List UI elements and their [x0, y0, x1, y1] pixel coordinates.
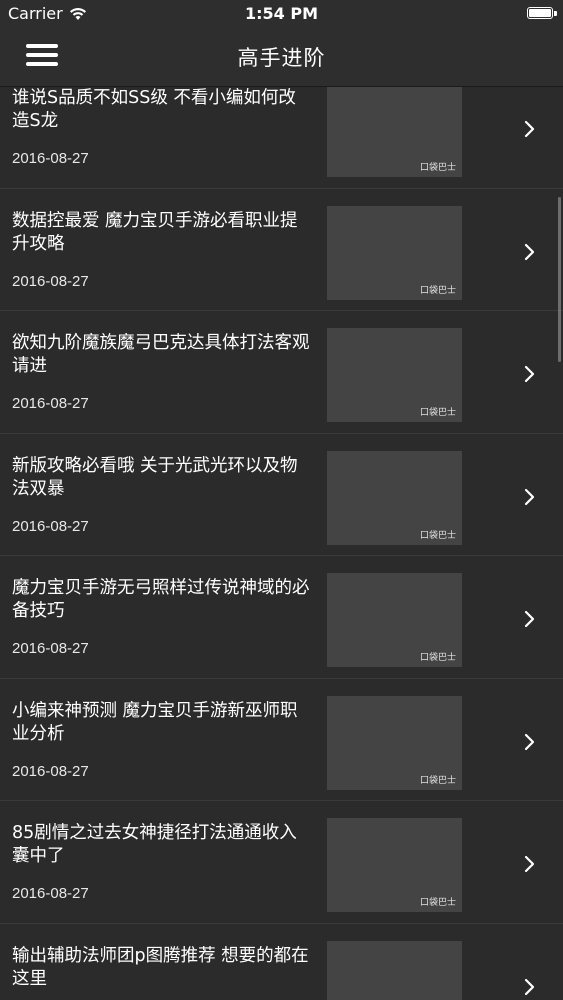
article-thumbnail: 口袋巴士	[327, 450, 462, 545]
article-list[interactable]: 谁说S品质不如SS级 不看小编如何改造S龙 2016-08-27 口袋巴士 数据控最爱…	[0, 87, 563, 1000]
article-thumbnail: 口袋巴士	[327, 87, 462, 177]
page-title: 高手进阶	[237, 46, 326, 70]
article-title: 魔力宝贝手游无弓照样过传说神域的必备技巧	[12, 578, 310, 621]
article-title: 数据控最爱 魔力宝贝手游必看职业提升攻略	[12, 210, 298, 254]
chevron-right-icon	[524, 978, 535, 995]
battery-icon	[527, 7, 557, 19]
article-title: 85剧情之过去女神捷径打法通通收入囊中了	[12, 823, 297, 866]
article-title: 输出辅助法师团p图腾推荐 想要的都在这里	[12, 945, 309, 989]
chevron-right-icon	[524, 488, 535, 505]
article-date: 2016-08-27	[12, 640, 89, 657]
thumbnail-watermark: 口袋巴士	[419, 898, 456, 908]
article-date: 2016-08-27	[12, 517, 89, 535]
status-time: 1:54 PM	[244, 4, 318, 23]
thumbnail-watermark: 口袋巴士	[419, 285, 456, 296]
article-date: 2016-08-27	[12, 150, 89, 167]
article-title: 谁说S品质不如SS级 不看小编如何改造S龙	[12, 88, 296, 131]
article-title: 新版攻略必看哦 关于光武光环以及物法双暴	[12, 455, 298, 499]
scroll-indicator	[558, 197, 561, 362]
list-item[interactable]: 欲知九阶魔族魔弓巴克达具体打法客观请进 2016-08-27 口袋巴士	[0, 311, 563, 434]
thumbnail-watermark: 口袋巴士	[419, 653, 456, 663]
list-item[interactable]: 小编来神预测 魔力宝贝手游新巫师职业分析 2016-08-27 口袋巴士	[0, 679, 563, 801]
article-date: 2016-08-27	[12, 272, 89, 290]
thumbnail-watermark: 口袋巴士	[419, 530, 456, 541]
list-item[interactable]: 魔力宝贝手游无弓照样过传说神域的必备技巧 2016-08-27 口袋巴士	[0, 556, 563, 679]
thumbnail-watermark: 口袋巴士	[419, 163, 456, 173]
article-thumbnail: 口袋巴士	[327, 695, 462, 790]
article-thumbnail: 口袋巴士	[327, 205, 462, 300]
list-item[interactable]: 新版攻略必看哦 关于光武光环以及物法双暴 2016-08-27 口袋巴士	[0, 434, 563, 556]
list-item[interactable]: 数据控最爱 魔力宝贝手游必看职业提升攻略 2016-08-27 口袋巴士	[0, 189, 563, 311]
article-thumbnail: 口袋巴士	[327, 940, 462, 1000]
status-bar: Carrier 1:54 PM	[0, 0, 563, 28]
article-title: 小编来神预测 魔力宝贝手游新巫师职业分析	[12, 700, 298, 744]
article-thumbnail: 口袋巴士	[327, 818, 462, 912]
article-thumbnail: 口袋巴士	[327, 328, 462, 422]
chevron-right-icon	[524, 365, 535, 383]
list-item[interactable]: 输出辅助法师团p图腾推荐 想要的都在这里口袋巴士	[0, 924, 563, 1000]
list-item[interactable]: 谁说S品质不如SS级 不看小编如何改造S龙 2016-08-27 口袋巴士	[0, 87, 563, 189]
article-date: 2016-08-27	[12, 762, 89, 780]
list-item[interactable]: 85剧情之过去女神捷径打法通通收入囊中了 2016-08-27 口袋巴士	[0, 801, 563, 924]
chevron-right-icon	[524, 610, 535, 628]
thumbnail-watermark: 口袋巴士	[419, 775, 456, 786]
article-date: 2016-08-27	[12, 395, 89, 412]
chevron-right-icon	[524, 243, 535, 260]
chevron-right-icon	[524, 733, 535, 750]
chevron-right-icon	[524, 855, 535, 873]
article-title: 欲知九阶魔族魔弓巴克达具体打法客观请进	[12, 333, 310, 376]
chevron-right-icon	[524, 120, 535, 138]
article-date: 2016-08-27	[12, 885, 89, 902]
article-thumbnail: 口袋巴士	[327, 573, 462, 667]
navigation-bar: 高手进阶	[0, 28, 563, 87]
thumbnail-watermark: 口袋巴士	[419, 408, 456, 418]
